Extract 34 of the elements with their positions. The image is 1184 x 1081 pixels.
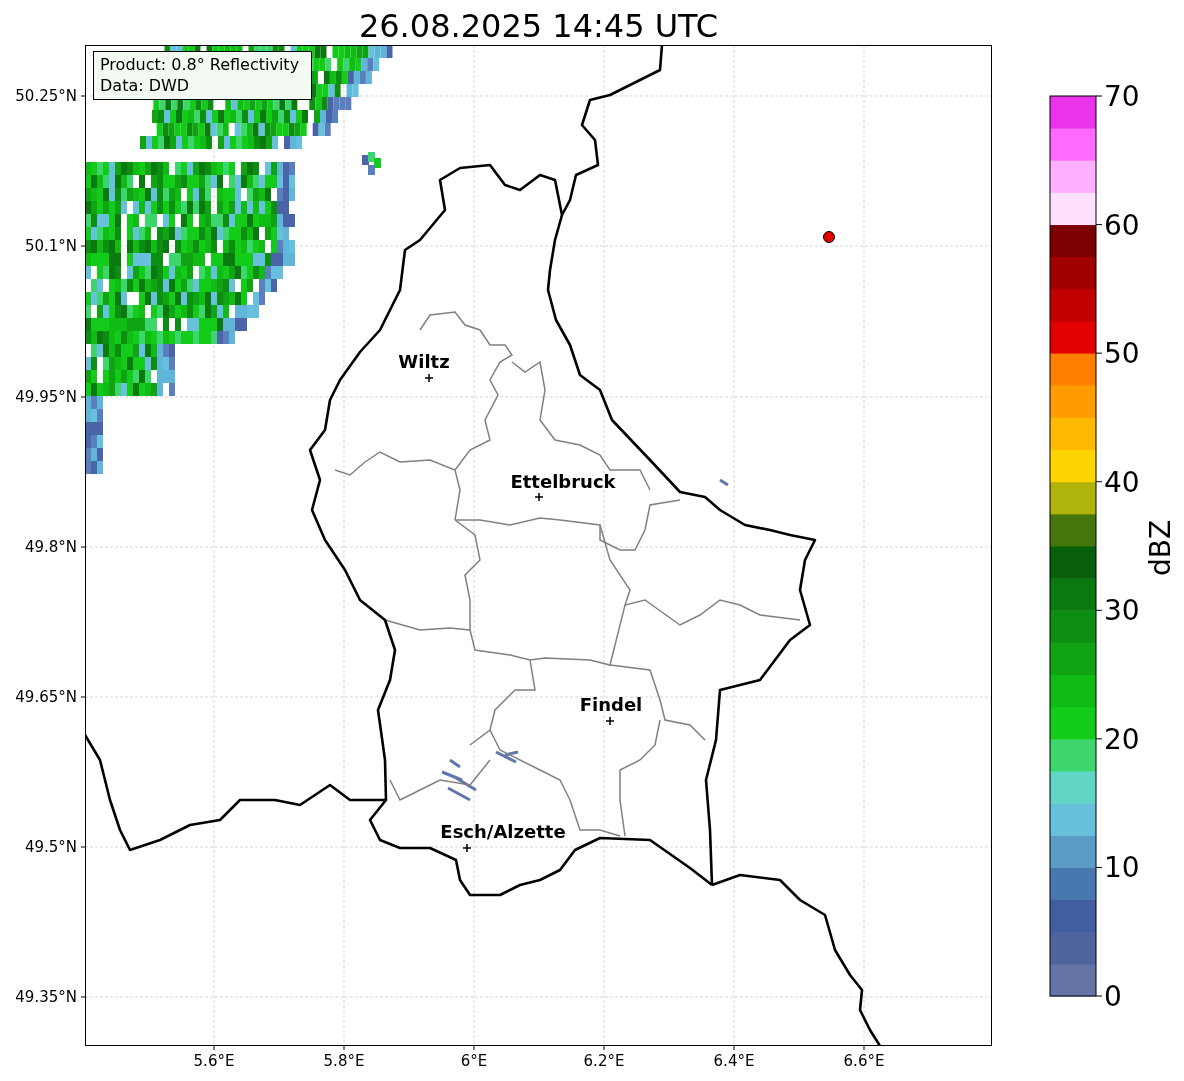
- colorbar-tick-label: 20: [1104, 722, 1140, 756]
- longitude-label: 6.4°E: [713, 1052, 755, 1070]
- latitude-label: 49.35°N: [15, 988, 77, 1006]
- colorbar-tick-label: 0: [1104, 980, 1122, 1013]
- colorbar-tick-label: 70: [1104, 80, 1140, 113]
- location-dot-icon: [823, 231, 835, 243]
- city-label: Esch/Alzette: [440, 821, 566, 842]
- city-marker-icon: [462, 843, 472, 853]
- colorbar-tick-label: 40: [1104, 465, 1140, 499]
- city-marker-icon: [534, 492, 544, 502]
- latitude-label: 49.65°N: [15, 688, 77, 706]
- city-marker-icon: [424, 373, 434, 383]
- longitude-label: 5.6°E: [193, 1052, 235, 1070]
- city-label: Findel: [579, 694, 643, 715]
- info-text: Data: DWD: [100, 76, 190, 95]
- city-label: Ettelbruck: [510, 471, 616, 492]
- longitude-label: 6.2°E: [583, 1052, 625, 1070]
- longitude-label: 5.8°E: [323, 1052, 365, 1070]
- city-marker-icon: [605, 716, 615, 726]
- colorbar-tick-label: 10: [1104, 851, 1140, 885]
- latitude-label: 49.8°N: [24, 538, 77, 556]
- info-text: Product: 0.8° Reflectivity: [100, 55, 300, 74]
- colorbar-tick-label: 50: [1104, 337, 1140, 371]
- colorbar-label: dBZ: [1144, 519, 1177, 577]
- latitude-label: 50.25°N: [15, 87, 77, 105]
- colorbar-tick-label: 60: [1104, 208, 1140, 242]
- city-label: Wiltz: [398, 351, 450, 372]
- colorbar-tick-label: 30: [1104, 594, 1140, 628]
- chart-title: 26.08.2025 14:45 UTC: [357, 6, 720, 45]
- longitude-label: 6°E: [460, 1052, 488, 1070]
- latitude-label: 50.1°N: [24, 237, 77, 255]
- latitude-label: 49.5°N: [24, 838, 77, 856]
- longitude-label: 6.6°E: [843, 1052, 885, 1070]
- latitude-label: 49.95°N: [15, 388, 77, 406]
